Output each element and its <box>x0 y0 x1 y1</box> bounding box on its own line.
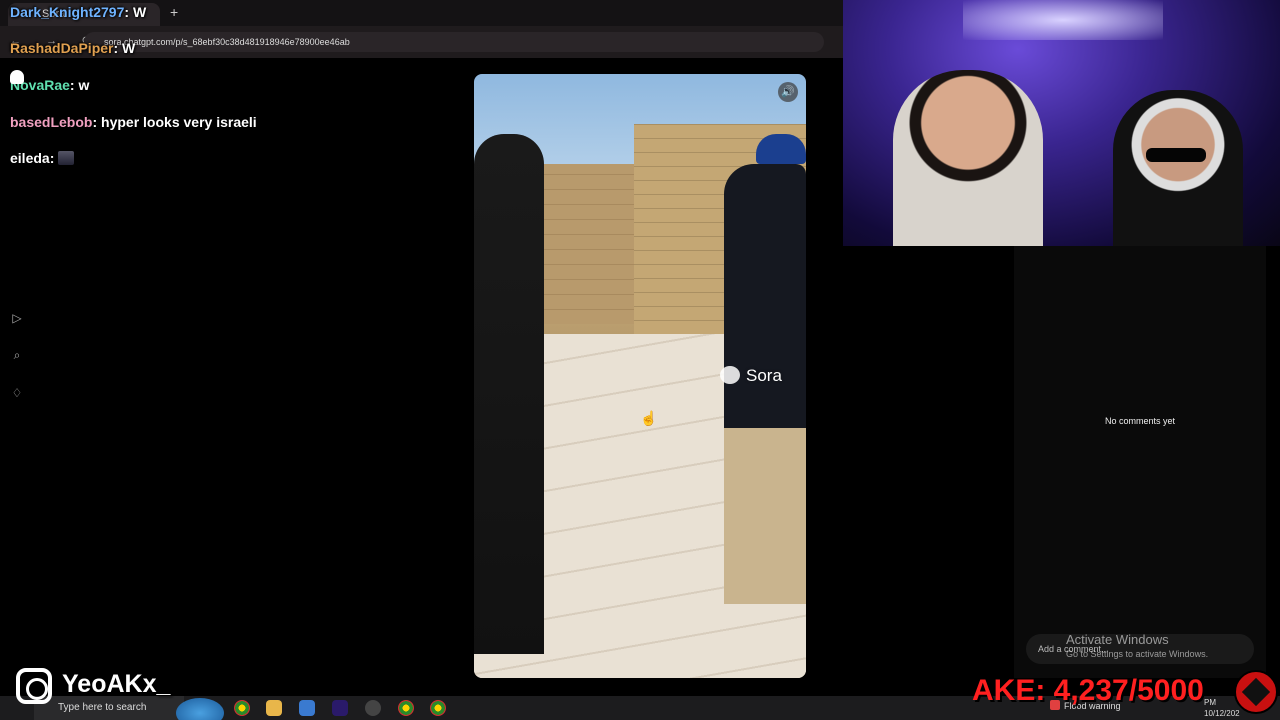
chat-username: eileda <box>10 150 50 166</box>
sound-icon[interactable]: 🔊 <box>778 82 798 102</box>
webcam-feed <box>843 0 1280 246</box>
chat-username: Dark_Knight2797 <box>10 4 125 20</box>
globe-icon <box>176 698 224 720</box>
new-tab-button[interactable]: + <box>170 4 178 20</box>
address-bar[interactable]: sora.chatgpt.com/p/s_68ebf30c38d48191894… <box>84 32 824 52</box>
chrome-icon[interactable] <box>398 700 414 716</box>
sunglasses-shape <box>1146 148 1206 162</box>
instagram-icon <box>16 668 52 704</box>
chat-message: eileda: <box>10 150 75 166</box>
play-icon[interactable]: ▷ <box>10 311 24 325</box>
search-icon[interactable]: ⌕ <box>10 348 24 362</box>
chat-text: W <box>122 40 136 56</box>
bell-icon[interactable]: ♢ <box>10 386 24 400</box>
emblem-icon <box>1234 670 1278 714</box>
video-player[interactable]: 🔊 Sora <box>474 74 806 678</box>
activate-windows-subtitle: Go to Settings to activate Windows. <box>1066 649 1209 659</box>
chat-message: Dark_Knight2797: W <box>10 4 147 20</box>
chrome-icon[interactable] <box>234 700 250 716</box>
clock-date: 10/12/202 <box>1204 709 1240 718</box>
video-person-left <box>474 134 544 654</box>
obs-icon[interactable] <box>365 700 381 716</box>
taskbar-search[interactable]: Type here to search <box>34 696 184 720</box>
webcam-person-right <box>1113 90 1243 246</box>
comments-panel: No comments yet Add a comment... <box>1014 246 1266 678</box>
sora-logo-icon <box>720 366 740 384</box>
chat-text: w <box>78 77 90 93</box>
folder-icon[interactable] <box>266 700 282 716</box>
after-effects-icon[interactable] <box>332 700 348 716</box>
hand-cursor-icon: ☝ <box>640 410 658 426</box>
store-icon[interactable] <box>299 700 315 716</box>
sora-watermark: Sora <box>720 366 782 386</box>
activate-windows-title: Activate Windows <box>1066 632 1169 647</box>
webcam-person-left <box>893 70 1043 246</box>
chat-message: basedLebob: hyper looks very israeli <box>10 114 257 130</box>
taskbar-clock[interactable]: PM 10/12/202 <box>1204 697 1240 719</box>
webcam-light <box>963 0 1163 40</box>
chat-username: RashadDaPiper <box>10 40 114 56</box>
chat-text: W <box>132 4 147 20</box>
no-comments-text: No comments yet <box>1104 416 1176 426</box>
cap-shape <box>756 134 806 164</box>
emote-icon <box>58 151 75 165</box>
sora-watermark-text: Sora <box>746 366 782 385</box>
sub-goal-counter: AKE: 4,237/5000 <box>972 674 1204 707</box>
chat-text: hyper looks very israeli <box>101 114 257 130</box>
instagram-handle: YeoAKx_ <box>62 670 171 698</box>
chat-username: basedLebob <box>10 114 93 130</box>
ghost-icon <box>10 70 24 84</box>
activate-windows-watermark: Activate Windows Go to Settings to activ… <box>1066 632 1208 659</box>
chrome-icon[interactable] <box>430 700 446 716</box>
chat-message: RashadDaPiper: W <box>10 40 136 56</box>
